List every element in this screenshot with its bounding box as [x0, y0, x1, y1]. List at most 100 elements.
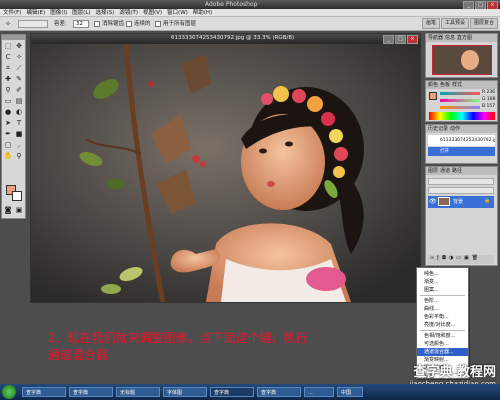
tab-swatches[interactable]: 色板: [440, 81, 450, 89]
color-ramp[interactable]: [429, 112, 495, 120]
blur-icon[interactable]: ●: [3, 107, 13, 117]
gradient-icon[interactable]: ▤: [14, 96, 24, 106]
layer-name: 背景: [453, 199, 464, 205]
navigator-thumbnail[interactable]: [432, 45, 492, 75]
tab-layers[interactable]: 图层: [428, 167, 438, 175]
menu-item-color-balance[interactable]: 色彩平衡...: [417, 313, 468, 321]
tab-navigator[interactable]: 导航器: [428, 34, 443, 42]
adjustment-layer-icon[interactable]: ◑: [449, 255, 453, 264]
taskbar-item-7[interactable]: ...: [304, 387, 334, 397]
taskbar-item-1[interactable]: 查字典: [22, 387, 66, 397]
background-color-swatch[interactable]: [12, 191, 22, 201]
lock-row[interactable]: [428, 187, 494, 194]
new-layer-icon[interactable]: ▣: [464, 255, 469, 264]
r-slider[interactable]: [440, 92, 480, 95]
taskbar-item-6[interactable]: 查字典: [257, 387, 301, 397]
b-slider[interactable]: [440, 106, 480, 109]
tab-brushes[interactable]: 画笔: [421, 18, 440, 29]
tolerance-input[interactable]: 32: [73, 20, 89, 28]
menu-help[interactable]: 帮助(H): [193, 9, 212, 16]
screen-mode-icon[interactable]: ▣: [14, 205, 24, 215]
tab-actions[interactable]: 动作: [450, 125, 460, 133]
tab-channels[interactable]: 通道: [440, 167, 450, 175]
blend-mode-select[interactable]: [428, 178, 494, 185]
slice-icon[interactable]: ⟋: [14, 63, 24, 73]
photo-canvas[interactable]: [31, 44, 420, 302]
tab-info[interactable]: 信息: [445, 34, 455, 42]
move-icon[interactable]: ✥: [14, 41, 24, 51]
taskbar-item-8[interactable]: 中国: [337, 387, 363, 397]
menu-edit[interactable]: 编辑(E): [26, 9, 45, 16]
new-set-icon[interactable]: ▭: [456, 255, 461, 264]
eyedropper-icon[interactable]: ⸝: [14, 140, 24, 150]
healing-brush-icon[interactable]: ✚: [3, 74, 13, 84]
menu-item-gradient[interactable]: 渐变...: [417, 278, 468, 286]
history-snapshot[interactable]: 613333074253430792.jpg: [428, 135, 495, 146]
layer-row-background[interactable]: 👁 背景 🔒: [428, 196, 494, 208]
trash-icon[interactable]: 🗑: [472, 255, 478, 264]
menu-layer[interactable]: 图层(L): [72, 9, 90, 16]
tab-color[interactable]: 颜色: [428, 81, 438, 89]
menu-item-pattern[interactable]: 图案...: [417, 286, 468, 294]
menu-file[interactable]: 文件(F): [3, 9, 21, 16]
tab-paths[interactable]: 路径: [452, 167, 462, 175]
antialias-checkbox[interactable]: [94, 21, 100, 27]
pen-icon[interactable]: ✒: [3, 129, 13, 139]
menu-item-solid-color[interactable]: 纯色...: [417, 270, 468, 278]
menu-item-levels[interactable]: 色阶...: [417, 297, 468, 305]
taskbar-item-3[interactable]: 无标题: [116, 387, 160, 397]
dodge-icon[interactable]: ◐: [14, 107, 24, 117]
brush-icon[interactable]: ✎: [14, 74, 24, 84]
selection-mode-buttons[interactable]: [18, 20, 48, 28]
quick-mask-icon[interactable]: ◙: [3, 205, 13, 215]
mask-icon[interactable]: ◘: [442, 255, 446, 264]
magic-wand-tool-icon[interactable]: ✧: [14, 52, 24, 62]
type-icon[interactable]: T: [14, 118, 24, 128]
color-fg-chip[interactable]: [429, 92, 437, 100]
crop-icon[interactable]: ⌗: [3, 63, 13, 73]
taskbar-item-2[interactable]: 查字典: [69, 387, 113, 397]
tab-layer-comps[interactable]: 图层复合: [469, 18, 498, 29]
contiguous-checkbox[interactable]: [126, 21, 132, 27]
menu-window[interactable]: 窗口(W): [167, 9, 188, 16]
eraser-icon[interactable]: ▭: [3, 96, 13, 106]
menu-filter[interactable]: 滤镜(T): [119, 9, 138, 16]
lasso-icon[interactable]: ᑕ: [3, 52, 13, 62]
doc-maximize-button[interactable]: □: [395, 35, 406, 44]
menu-item-curves[interactable]: 曲线...: [417, 305, 468, 313]
shape-icon[interactable]: ■: [14, 129, 24, 139]
clone-stamp-icon[interactable]: ⚲: [3, 85, 13, 95]
document-title-bar[interactable]: 613333074253430792.jpg @ 33.3% (RGB/8) _…: [31, 34, 420, 44]
marquee-icon[interactable]: ⬚: [3, 41, 13, 51]
menu-image[interactable]: 图像(I): [50, 9, 67, 16]
doc-close-button[interactable]: ×: [407, 35, 418, 44]
notes-icon[interactable]: ▢: [3, 140, 13, 150]
tab-history[interactable]: 历史记录: [428, 125, 448, 133]
menu-view[interactable]: 视图(V): [143, 9, 162, 16]
all-layers-checkbox[interactable]: [155, 21, 161, 27]
tab-histogram[interactable]: 直方图: [457, 34, 472, 42]
zoom-icon[interactable]: ⚲: [14, 151, 24, 161]
taskbar-item-4[interactable]: 字体图: [163, 387, 207, 397]
history-brush-icon[interactable]: ✐: [14, 85, 24, 95]
toolbox-grip[interactable]: [2, 35, 25, 40]
history-state-open[interactable]: 打开: [428, 147, 495, 156]
menu-item-gradient-map[interactable]: 渐变映射...: [417, 356, 468, 364]
g-slider[interactable]: [440, 99, 480, 102]
menu-item-brightness-contrast[interactable]: 亮度/对比度...: [417, 321, 468, 329]
eye-icon[interactable]: 👁: [429, 198, 437, 205]
menu-item-selective-color[interactable]: 可选颜色...: [417, 340, 468, 348]
hand-icon[interactable]: ✋: [3, 151, 13, 161]
path-select-icon[interactable]: ➤: [3, 118, 13, 128]
link-icon[interactable]: ∞: [430, 255, 434, 264]
tab-tool-presets[interactable]: 工具预设: [440, 18, 469, 29]
menu-select[interactable]: 选择(S): [96, 9, 115, 16]
layer-style-icon[interactable]: ƒ: [437, 255, 439, 264]
tab-styles[interactable]: 样式: [452, 81, 462, 89]
taskbar-item-5[interactable]: 查字典: [210, 387, 254, 397]
start-button[interactable]: [2, 385, 16, 399]
menu-item-hue-saturation[interactable]: 色相/饱和度...: [417, 332, 468, 340]
magic-wand-icon[interactable]: ✧: [3, 19, 13, 29]
doc-minimize-button[interactable]: _: [383, 35, 394, 44]
menu-item-channel-mixer[interactable]: 通道混合器...: [417, 348, 468, 356]
